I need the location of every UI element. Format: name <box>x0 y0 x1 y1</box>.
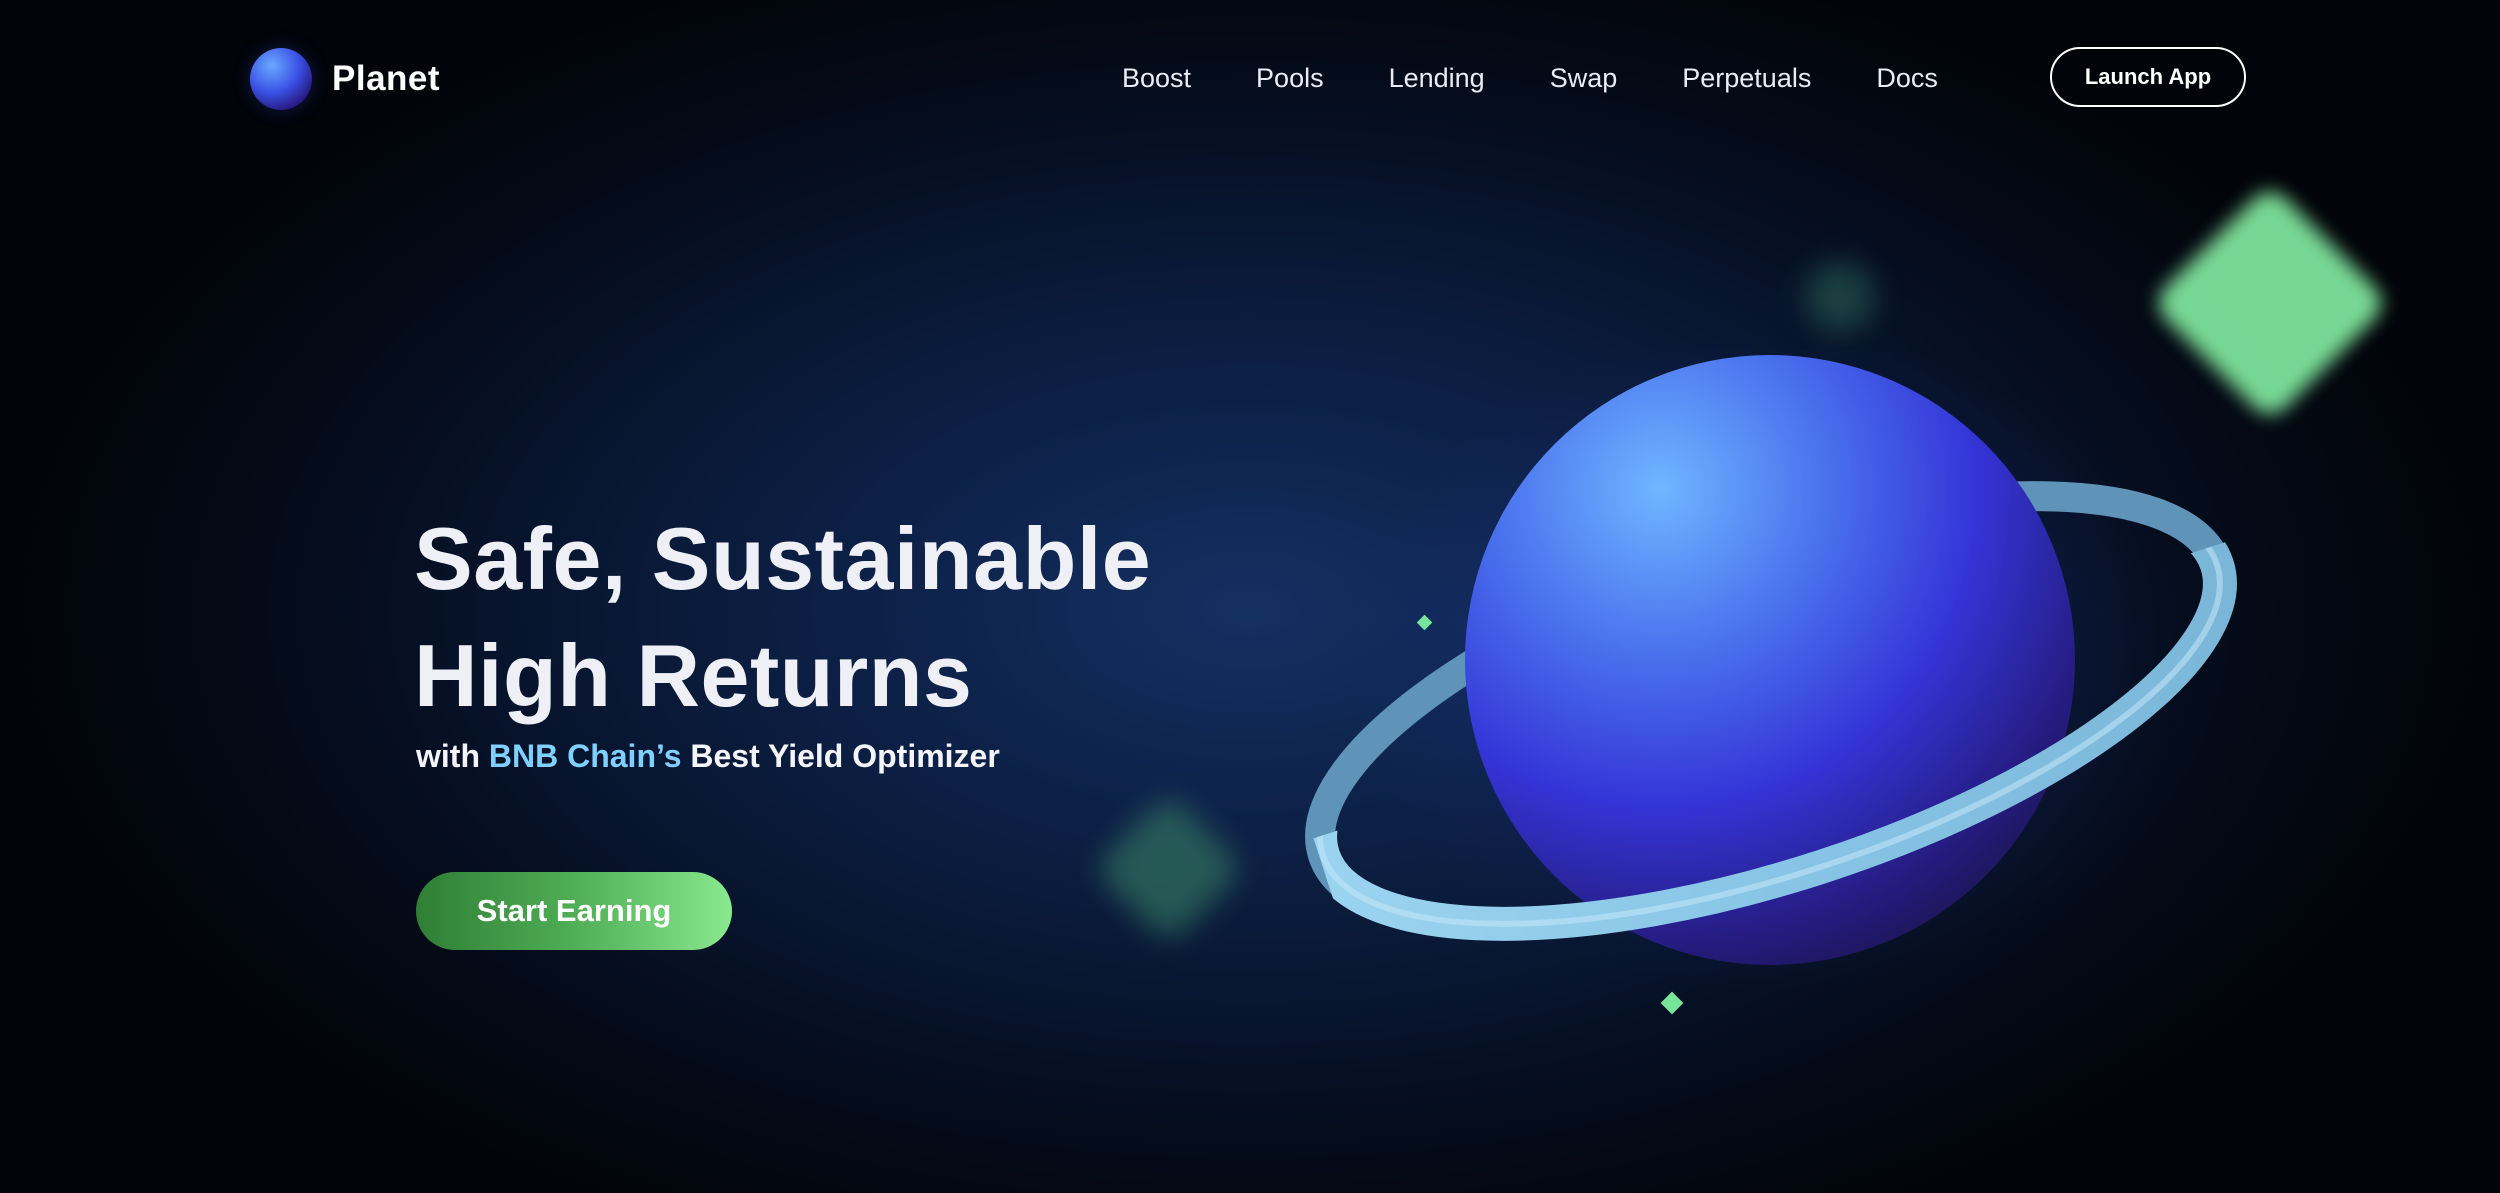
blurred-diamond-icon <box>1092 792 1246 946</box>
hero-title-line-1: Safe, Sustainable <box>414 509 1152 608</box>
start-earning-button[interactable]: Start Earning <box>416 872 732 950</box>
nav-perpetuals[interactable]: Perpetuals <box>1682 63 1811 94</box>
hero-title: Safe, Sustainable High Returns <box>414 500 1151 734</box>
planet-ball-icon <box>250 48 312 110</box>
hero-title-line-2: High Returns <box>414 626 973 725</box>
nav-lending[interactable]: Lending <box>1389 63 1485 94</box>
blurred-orb-icon <box>1790 247 1890 347</box>
launch-app-button[interactable]: Launch App <box>2050 47 2246 107</box>
brand-name: Planet <box>332 59 441 98</box>
subtitle-prefix: with <box>416 738 489 774</box>
main-nav: Boost Pools Lending Swap Perpetuals Docs <box>1122 46 2003 110</box>
subtitle-accent: BNB Chain’s <box>488 738 682 774</box>
nav-pools[interactable]: Pools <box>1256 63 1324 94</box>
nav-swap[interactable]: Swap <box>1550 63 1618 94</box>
landing-page: Planet Boost Pools Lending Swap Perpetua… <box>0 0 2500 1193</box>
brand-logo[interactable]: Planet <box>250 48 440 110</box>
subtitle-suffix: Best Yield Optimizer <box>681 738 1000 774</box>
hero-subtitle: with BNB Chain’s Best Yield Optimizer <box>416 738 1000 775</box>
nav-boost[interactable]: Boost <box>1122 63 1191 94</box>
nav-docs[interactable]: Docs <box>1876 63 1938 94</box>
ringed-planet-icon <box>1305 350 2237 990</box>
